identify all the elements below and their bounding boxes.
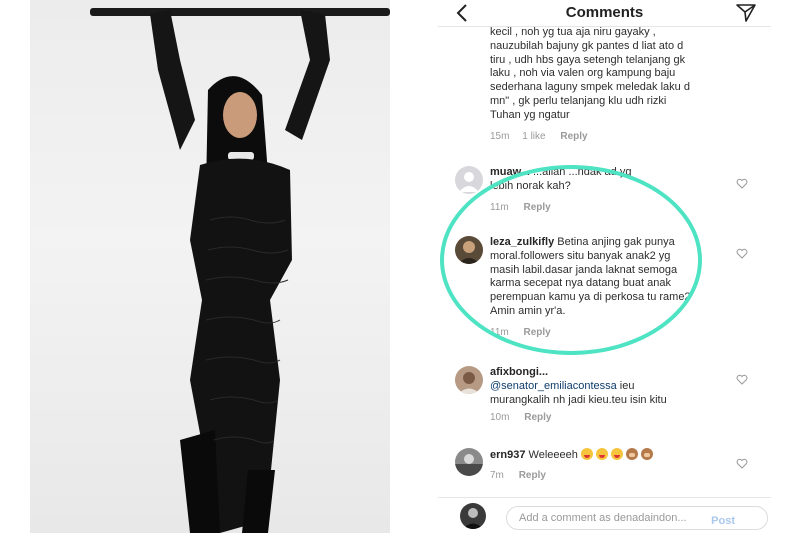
comment-time: 10m: [490, 412, 510, 423]
grinning-face-emoji: [595, 448, 608, 460]
paper-plane-icon[interactable]: [735, 3, 757, 23]
profile-photo-icon: [455, 454, 483, 476]
heart-icon[interactable]: [736, 458, 748, 469]
comment-line: murangkalih nh jadi kieu.teu isin kitu: [490, 393, 667, 406]
comment-line: tiru , udh hbs gaya setengh telanjang gk: [490, 53, 686, 66]
own-avatar: [460, 503, 486, 529]
comment-line: nauzubilah bajuny gk pantes d liat ato d: [490, 39, 684, 52]
mention-link[interactable]: @senator_emiliacontessa: [490, 380, 617, 392]
comment-meta: 7m Reply: [490, 470, 546, 481]
woman-in-black-dress-illustration: [90, 8, 390, 533]
comment-line: sederhana laguny smpek meledak laku d: [490, 81, 690, 94]
comment-line: Tuhan yg ngatur: [490, 108, 570, 121]
avatar[interactable]: [455, 166, 483, 194]
comment-line: kecil , noh yg tua aja niru gayaky ,: [490, 26, 656, 38]
avatar[interactable]: [455, 366, 483, 394]
comments-screen: Comments kecil , noh yg tua aja niru gay…: [438, 0, 771, 533]
profile-photo-icon: [463, 508, 483, 529]
reply-button[interactable]: Reply: [560, 131, 587, 142]
post-button[interactable]: Post: [711, 515, 735, 527]
see-no-evil-monkey-emoji: [625, 448, 638, 460]
username[interactable]: ern937: [490, 449, 525, 461]
grinning-face-emoji: [610, 448, 623, 460]
heart-icon[interactable]: [736, 248, 748, 259]
see-no-evil-monkey-emoji: [640, 448, 653, 460]
comment-body: ern937 Weleeeeh: [490, 448, 750, 463]
profile-photo-icon: [458, 372, 480, 394]
like-count[interactable]: 1 like: [522, 131, 545, 142]
heart-icon[interactable]: [736, 178, 748, 189]
username[interactable]: afixbongi...: [490, 366, 750, 380]
page-title: Comments: [565, 4, 644, 21]
grinning-face-emoji: [580, 448, 593, 460]
reply-button[interactable]: Reply: [524, 412, 551, 423]
top-bar: Comments: [438, 0, 771, 27]
fashion-photo: [30, 0, 390, 533]
comment-time: 7m: [490, 470, 504, 481]
heart-icon[interactable]: [736, 374, 748, 385]
comment-meta: 10m Reply: [490, 412, 551, 423]
reply-button[interactable]: Reply: [519, 470, 546, 481]
comment-line: mn" , gk perlu telanjang klu udh rizki: [490, 94, 667, 107]
avatar[interactable]: [455, 448, 483, 476]
comment-meta: 15m 1 like Reply: [490, 131, 588, 142]
comment-time: 15m: [490, 131, 510, 142]
comment-body: afixbongi... @senator_emiliacontessa ieu…: [490, 366, 750, 407]
default-avatar-icon: [459, 172, 479, 192]
highlight-ring: [440, 165, 702, 355]
comment-line: ieu: [619, 379, 635, 392]
comment-line: laku , noh via valen org kampung baju: [490, 67, 676, 80]
comment-body: kecil , noh yg tua aja niru gayaky , nau…: [490, 26, 760, 123]
comment-line: Weleeeeh: [528, 449, 578, 461]
